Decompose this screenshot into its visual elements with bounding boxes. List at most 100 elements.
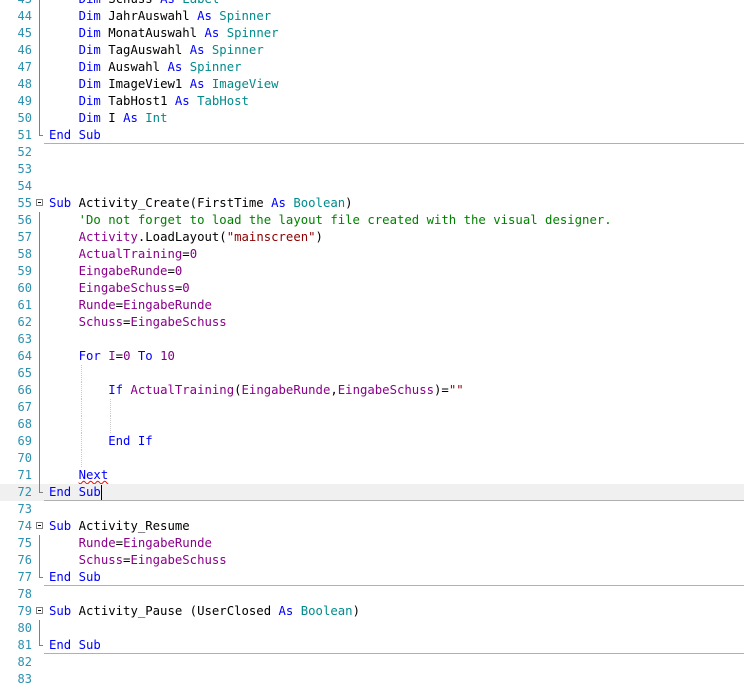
indent-guide: [110, 416, 112, 433]
code-text[interactable]: Dim ImageView1 As ImageView: [49, 76, 279, 93]
code-line[interactable]: 74 Sub Activity_Resume: [0, 518, 744, 535]
code-line[interactable]: 55 Sub Activity_Create(FirstTime As Boole…: [0, 195, 744, 212]
code-token: .LoadLayout(: [137, 230, 227, 244]
code-line[interactable]: 65: [0, 365, 744, 382]
code-line[interactable]: 81 End Sub: [0, 637, 744, 654]
code-text[interactable]: Dim Schuss As Label: [49, 0, 220, 8]
line-number: 78: [17, 587, 32, 601]
code-line[interactable]: 47 Dim Auswahl As Spinner: [0, 59, 744, 76]
fold-collapse-icon[interactable]: [36, 199, 43, 206]
code-token: 'Do not forget to load the layout file c…: [78, 213, 612, 227]
code-text[interactable]: End Sub: [49, 569, 101, 586]
code-text[interactable]: ActualTraining=0: [49, 246, 197, 263]
code-line[interactable]: 67: [0, 399, 744, 416]
code-text[interactable]: Sub Activity_Resume: [49, 518, 190, 535]
code-text[interactable]: Dim MonatAuswahl As Spinner: [49, 25, 279, 42]
code-line[interactable]: 56 'Do not forget to load the layout fil…: [0, 212, 744, 229]
code-line[interactable]: 46 Dim TagAuswahl As Spinner: [0, 42, 744, 59]
code-line[interactable]: 75 Runde=EingabeRunde: [0, 535, 744, 552]
code-line[interactable]: 69 End If: [0, 433, 744, 450]
fold-line-marker: [39, 8, 40, 25]
code-text[interactable]: End Sub: [49, 484, 102, 501]
code-text[interactable]: Dim I As Int: [49, 110, 168, 127]
line-number: 50: [17, 111, 32, 125]
code-token: Dim: [79, 0, 101, 6]
code-text[interactable]: Runde=EingabeRunde: [49, 535, 212, 552]
code-token: ImageView: [204, 77, 279, 91]
code-editor[interactable]: 43 Dim Schuss As Label44 Dim JahrAuswahl…: [0, 0, 744, 688]
code-line[interactable]: 61 Runde=EingabeRunde: [0, 297, 744, 314]
code-line[interactable]: 79 Sub Activity_Pause (UserClosed As Bool…: [0, 603, 744, 620]
code-text[interactable]: Sub Activity_Pause (UserClosed As Boolea…: [49, 603, 360, 620]
code-text[interactable]: For I=0 To 10: [49, 348, 175, 365]
code-token: ): [352, 604, 360, 618]
code-text[interactable]: EingabeRunde=0: [49, 263, 183, 280]
code-text[interactable]: Schuss=EingabeSchuss: [49, 314, 227, 331]
fold-collapse-icon[interactable]: [36, 522, 43, 529]
code-token: End Sub: [49, 485, 101, 499]
code-token: End Sub: [49, 128, 101, 142]
code-token: If: [108, 383, 124, 397]
code-line[interactable]: 49 Dim TabHost1 As TabHost: [0, 93, 744, 110]
code-line[interactable]: 66 If ActualTraining(EingabeRunde,Eingab…: [0, 382, 744, 399]
code-line[interactable]: 59 EingabeRunde=0: [0, 263, 744, 280]
code-text[interactable]: If ActualTraining(EingabeRunde,EingabeSc…: [49, 382, 463, 399]
code-line[interactable]: 73: [0, 501, 744, 518]
code-text[interactable]: End If: [49, 433, 152, 450]
fold-line-marker: [39, 110, 40, 127]
code-text[interactable]: Runde=EingabeRunde: [49, 297, 212, 314]
code-text[interactable]: End Sub: [49, 127, 101, 144]
code-line[interactable]: 72 End Sub: [0, 484, 744, 501]
code-line[interactable]: 71 Next: [0, 467, 744, 484]
code-line[interactable]: 70: [0, 450, 744, 467]
fold-collapse-icon[interactable]: [36, 607, 43, 614]
code-token: TagAuswahl: [100, 43, 190, 57]
code-line[interactable]: 51 End Sub: [0, 127, 744, 144]
code-token: EingabeSchuss: [130, 553, 227, 567]
code-line[interactable]: 82: [0, 654, 744, 671]
code-line[interactable]: 44 Dim JahrAuswahl As Spinner: [0, 8, 744, 25]
code-line[interactable]: 83: [0, 671, 744, 688]
code-line[interactable]: 54: [0, 178, 744, 195]
code-text[interactable]: Next: [49, 467, 109, 484]
text-caret: [100, 485, 102, 500]
code-text[interactable]: 'Do not forget to load the layout file c…: [49, 212, 612, 229]
code-text[interactable]: Activity.LoadLayout("mainscreen"): [49, 229, 323, 246]
code-line[interactable]: 48 Dim ImageView1 As ImageView: [0, 76, 744, 93]
code-line[interactable]: 77 End Sub: [0, 569, 744, 586]
code-text[interactable]: Schuss=EingabeSchuss: [49, 552, 227, 569]
code-text[interactable]: Dim TagAuswahl As Spinner: [49, 42, 264, 59]
code-token: ): [345, 196, 353, 210]
code-token: Schuss: [101, 0, 160, 6]
code-line[interactable]: 60 EingabeSchuss=0: [0, 280, 744, 297]
code-line[interactable]: 63: [0, 331, 744, 348]
code-line[interactable]: 62 Schuss=EingabeSchuss: [0, 314, 744, 331]
code-token: As: [197, 9, 212, 23]
code-line[interactable]: 80: [0, 620, 744, 637]
line-number: 49: [17, 94, 32, 108]
line-number: 52: [17, 145, 32, 159]
code-text[interactable]: Dim Auswahl As Spinner: [49, 59, 242, 76]
code-line[interactable]: 68: [0, 416, 744, 433]
code-text[interactable]: End Sub: [49, 637, 101, 654]
code-token: )=: [434, 383, 449, 397]
code-token: Boolean: [285, 196, 346, 210]
code-line[interactable]: 53: [0, 161, 744, 178]
code-line[interactable]: 50 Dim I As Int: [0, 110, 744, 127]
code-line[interactable]: 57 Activity.LoadLayout("mainscreen"): [0, 229, 744, 246]
code-line[interactable]: 45 Dim MonatAuswahl As Spinner: [0, 25, 744, 42]
code-text[interactable]: EingabeSchuss=0: [49, 280, 190, 297]
code-text[interactable]: Dim TabHost1 As TabHost: [49, 93, 249, 110]
code-line[interactable]: 52: [0, 144, 744, 161]
code-line[interactable]: 64 For I=0 To 10: [0, 348, 744, 365]
code-line[interactable]: 76 Schuss=EingabeSchuss: [0, 552, 744, 569]
code-line[interactable]: 43 Dim Schuss As Label: [0, 0, 744, 8]
code-text[interactable]: Sub Activity_Create(FirstTime As Boolean…: [49, 195, 353, 212]
code-text[interactable]: Dim JahrAuswahl As Spinner: [49, 8, 272, 25]
line-number: 82: [17, 655, 32, 669]
code-line[interactable]: 78: [0, 586, 744, 603]
code-line[interactable]: 58 ActualTraining=0: [0, 246, 744, 263]
